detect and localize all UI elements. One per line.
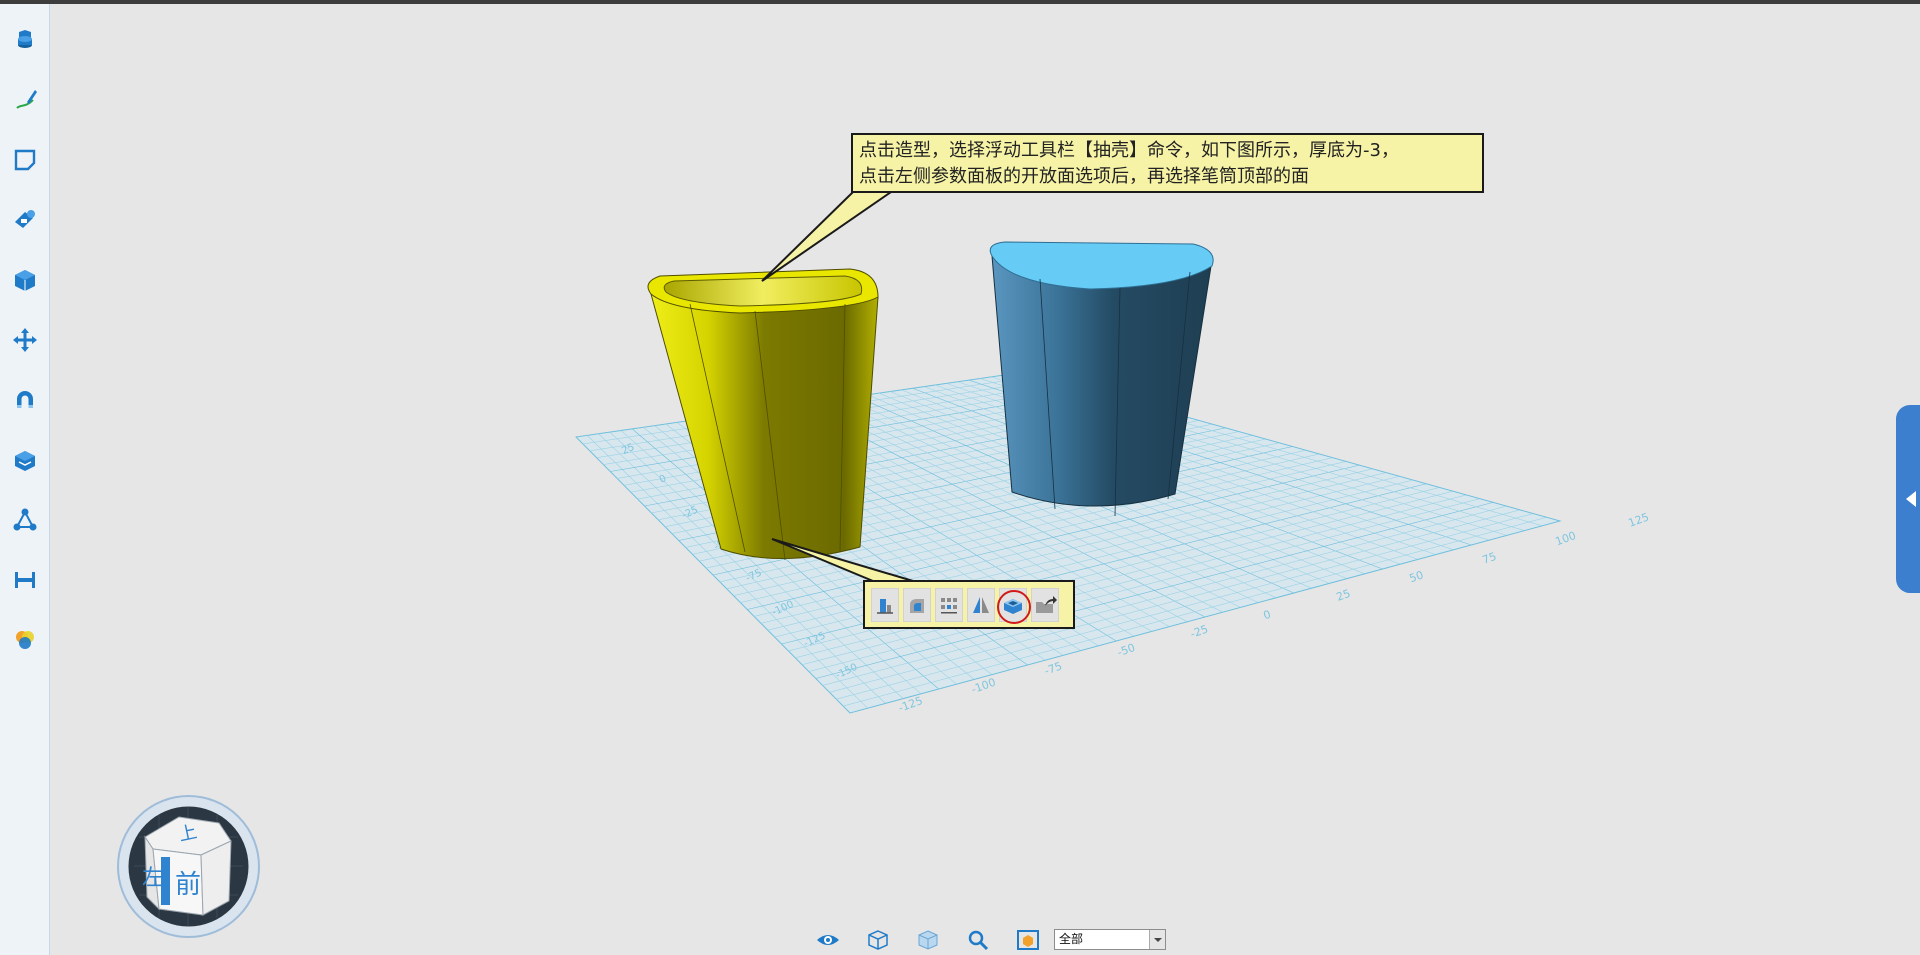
viewcube-front-label: 前: [175, 870, 201, 900]
fillet-icon[interactable]: [903, 587, 931, 622]
grid-front-tick-label: 100: [1554, 529, 1578, 548]
shaded-cube-icon[interactable]: [914, 927, 942, 953]
floating-toolbar: [863, 580, 1075, 629]
special-function-cube-icon[interactable]: [9, 264, 41, 296]
instruction-callout: 点击造型，选择浮动工具栏【抽壳】命令，如下图所示，厚底为-3， 点击左侧参数面板…: [851, 133, 1484, 193]
grid-front-tick-label: -75: [1043, 659, 1064, 677]
view-cube[interactable]: 上 左 前: [117, 795, 260, 938]
bottom-view-toolbar: 全部: [810, 925, 1170, 955]
basic-shapes-icon[interactable]: [9, 24, 41, 56]
move-icon[interactable]: [9, 324, 41, 356]
eye-icon[interactable]: [814, 927, 842, 953]
collapse-arrow-icon: [1906, 491, 1916, 507]
feature-modeling-icon[interactable]: [9, 204, 41, 236]
combine-icon[interactable]: [9, 444, 41, 476]
grid-front-tick-label: 50: [1408, 568, 1426, 585]
fit-view-icon[interactable]: [1014, 927, 1042, 953]
grid-front-tick-label: 125: [1627, 510, 1651, 529]
viewcube-left-label: 左: [142, 866, 164, 891]
export-icon[interactable]: [1031, 587, 1059, 622]
wireframe-cube-icon[interactable]: [864, 927, 892, 953]
grid-front-tick-label: -25: [1189, 622, 1210, 640]
edit-sketch-icon[interactable]: [9, 144, 41, 176]
callout-pointer: [761, 191, 895, 282]
callout-line-1: 点击造型，选择浮动工具栏【抽壳】命令，如下图所示，厚底为-3，: [859, 140, 1399, 161]
sketch-draw-icon[interactable]: [9, 84, 41, 116]
zoom-icon[interactable]: [964, 927, 992, 953]
magnet-icon[interactable]: [9, 384, 41, 416]
group-icon[interactable]: [9, 504, 41, 536]
left-toolbar: [0, 4, 50, 955]
grid-front-tick-label: 25: [1335, 587, 1353, 604]
right-panel-toggle[interactable]: [1896, 405, 1920, 593]
select-dropdown-arrow-icon[interactable]: [1149, 930, 1165, 949]
shell-icon[interactable]: [997, 587, 1031, 624]
filter-select[interactable]: 全部: [1054, 929, 1166, 950]
measure-icon[interactable]: [9, 564, 41, 596]
grid-front-tick-label: 0: [1262, 608, 1273, 623]
grid-front-tick-label: -50: [1116, 641, 1137, 659]
extrude-icon[interactable]: [871, 587, 899, 622]
callout-line-2: 点击左侧参数面板的开放面选项后，再选择笔筒顶部的面: [859, 166, 1309, 187]
grid-front-tick-label: 75: [1481, 550, 1499, 567]
filter-select-value: 全部: [1059, 932, 1084, 946]
3d-viewport[interactable]: -125 -100 -75 -50 -25 0 25 50 75 100 125 -150 -125-…: [50, 4, 1920, 955]
mirror-icon[interactable]: [967, 587, 995, 622]
array-icon[interactable]: [935, 587, 963, 622]
material-render-icon[interactable]: [9, 624, 41, 656]
